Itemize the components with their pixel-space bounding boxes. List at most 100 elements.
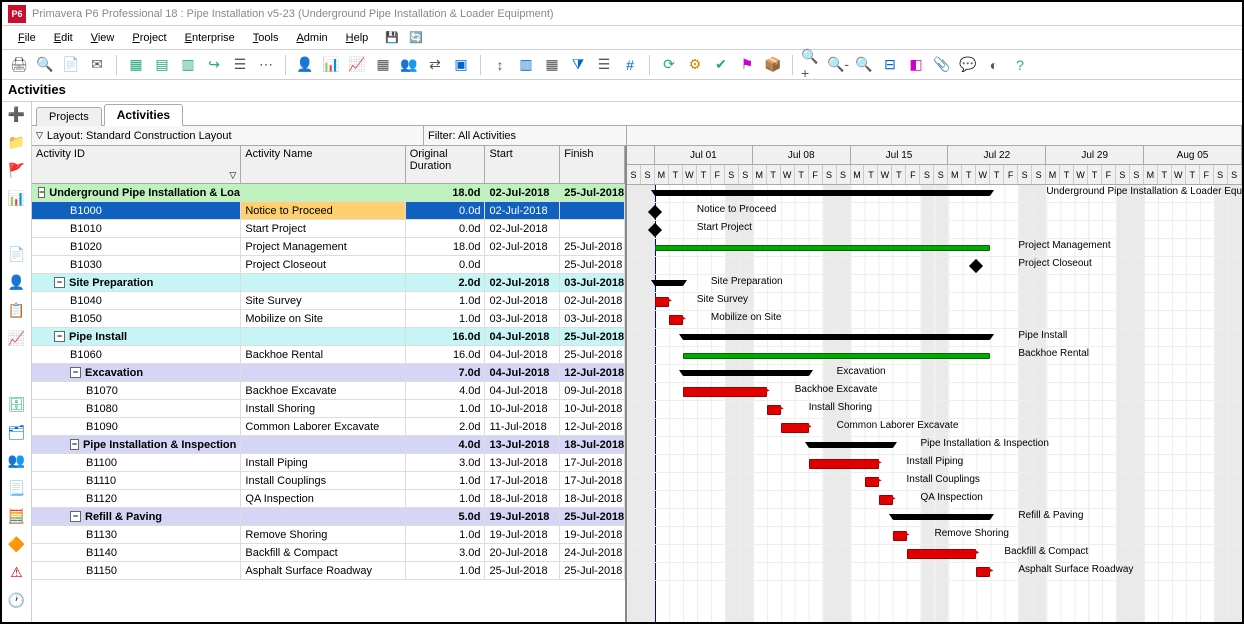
col-duration[interactable]: Original Duration (406, 146, 486, 184)
gantt-row[interactable]: Backhoe Excavate▸ (627, 383, 1242, 401)
gantt-row[interactable]: Install Piping▸ (627, 455, 1242, 473)
table-row[interactable]: B1150Asphalt Surface Roadway1.0d25-Jul-2… (32, 562, 625, 580)
zoom-out-icon[interactable]: 🔍- (827, 54, 849, 76)
print-preview-icon[interactable]: 🔍 (34, 54, 56, 76)
histogram-icon[interactable]: 📈 (346, 54, 368, 76)
collapse-icon[interactable]: − (70, 367, 81, 378)
zoom-in-icon[interactable]: 🔍+ (801, 54, 823, 76)
flag-icon[interactable]: 🚩 (7, 160, 27, 180)
group-icon[interactable]: ☰ (593, 54, 615, 76)
menu-view[interactable]: View (83, 29, 123, 47)
table-row[interactable]: −Excavation7.0d04-Jul-201812-Jul-2018 (32, 364, 625, 382)
table-row[interactable]: B1130Remove Shoring1.0d19-Jul-201819-Jul… (32, 526, 625, 544)
stack-icon[interactable]: 🗂 (7, 422, 27, 442)
level-icon[interactable]: ⚙ (684, 54, 706, 76)
gantt-row[interactable]: Underground Pipe Installation & Loader E… (627, 185, 1242, 203)
calc-icon[interactable]: 🧮 (7, 506, 27, 526)
menu-tools[interactable]: Tools (245, 29, 287, 47)
table-row[interactable]: B1120QA Inspection1.0d18-Jul-201818-Jul-… (32, 490, 625, 508)
tab-activities[interactable]: Activities (104, 104, 183, 126)
table-row[interactable]: −Pipe Install16.0d04-Jul-201825-Jul-2018 (32, 328, 625, 346)
table-row[interactable]: B1050Mobilize on Site1.0d03-Jul-201803-J… (32, 310, 625, 328)
columns2-icon[interactable]: ▦ (541, 54, 563, 76)
notebook-icon[interactable]: 💬 (957, 54, 979, 76)
warn-icon[interactable]: ⚠ (7, 562, 27, 582)
collapse-icon[interactable]: − (54, 331, 65, 342)
columns-icon[interactable]: ▥ (515, 54, 537, 76)
collapse-icon[interactable]: − (70, 511, 81, 522)
gantt-icon[interactable]: ▥ (177, 54, 199, 76)
menu-help[interactable]: Help (338, 29, 377, 47)
layout-label[interactable]: Layout: Standard Construction Layout (47, 130, 232, 142)
expand-icon[interactable]: ↕ (489, 54, 511, 76)
milestone-marker[interactable] (648, 205, 662, 219)
chevron-down-icon[interactable]: ▽ (36, 130, 43, 141)
gantt-row[interactable]: Pipe Installation & Inspection (627, 437, 1242, 455)
profile-icon[interactable]: 👥 (398, 54, 420, 76)
collapse-icon[interactable]: − (38, 187, 45, 198)
table-row[interactable]: B1070Backhoe Excavate4.0d04-Jul-201809-J… (32, 382, 625, 400)
table-row[interactable]: −Pipe Installation & Inspection4.0d13-Ju… (32, 436, 625, 454)
task-bar[interactable] (683, 387, 767, 397)
menu-project[interactable]: Project (124, 29, 174, 47)
task-bar[interactable] (655, 245, 990, 251)
gantt-row[interactable]: Project Management (627, 239, 1242, 257)
gantt-row[interactable]: Project Closeout (627, 257, 1242, 275)
milestone-marker[interactable] (969, 259, 983, 273)
db-icon[interactable]: 🗄 (7, 394, 27, 414)
page-icon[interactable]: 📃 (7, 478, 27, 498)
page-setup-icon[interactable]: 📄 (60, 54, 82, 76)
attachments-icon[interactable]: 📎 (931, 54, 953, 76)
task-bar[interactable] (781, 423, 809, 433)
gantt-row[interactable]: Notice to Proceed (627, 203, 1242, 221)
doc-icon[interactable]: 📄 (7, 244, 27, 264)
collapse-icon[interactable]: − (54, 277, 65, 288)
table-row[interactable]: B1110Install Couplings1.0d17-Jul-201817-… (32, 472, 625, 490)
zoom-fit-icon[interactable]: 🔍 (853, 54, 875, 76)
table-row[interactable]: B1080Install Shoring1.0d10-Jul-201810-Ju… (32, 400, 625, 418)
store-icon[interactable]: 📦 (762, 54, 784, 76)
trace-icon[interactable]: ⇄ (424, 54, 446, 76)
print-icon[interactable]: 🖨 (8, 54, 30, 76)
list-icon[interactable]: 📋 (7, 300, 27, 320)
chart-icon[interactable]: 📊 (320, 54, 342, 76)
table-row[interactable]: B1010Start Project0.0d02-Jul-2018 (32, 220, 625, 238)
number-icon[interactable]: # (619, 54, 641, 76)
col-start[interactable]: Start (485, 146, 560, 184)
bars-icon[interactable]: ☰ (229, 54, 251, 76)
spreadsheet-icon[interactable]: ▦ (372, 54, 394, 76)
table-row[interactable]: B1030Project Closeout0.0d25-Jul-2018 (32, 256, 625, 274)
filter-icon[interactable]: ⧩ (567, 54, 589, 76)
col-activity-name[interactable]: Activity Name (241, 146, 405, 184)
timescale-icon[interactable]: ⊟ (879, 54, 901, 76)
send-icon[interactable]: ✉ (86, 54, 108, 76)
table-row[interactable]: B1090Common Laborer Excavate2.0d11-Jul-2… (32, 418, 625, 436)
gantt-row[interactable]: Pipe Install (627, 329, 1242, 347)
layout-icon[interactable]: ▦ (125, 54, 147, 76)
apply-icon[interactable]: ✔ (710, 54, 732, 76)
gantt-row[interactable]: Backhoe Rental (627, 347, 1242, 365)
people-icon[interactable]: 👥 (7, 450, 27, 470)
schedule-icon[interactable]: ⟳ (658, 54, 680, 76)
summary-bar[interactable] (683, 370, 809, 376)
gantt-row[interactable]: QA Inspection▸ (627, 491, 1242, 509)
task-bar[interactable] (907, 549, 977, 559)
user-icon[interactable]: 👤 (7, 272, 27, 292)
gantt-row[interactable]: Start Project (627, 221, 1242, 239)
clock-icon[interactable]: 🕐 (7, 590, 27, 610)
gantt-row[interactable]: Excavation (627, 365, 1242, 383)
curtain-icon[interactable]: ◐ (983, 54, 1005, 76)
summary-bar[interactable] (809, 442, 893, 448)
gantt-row[interactable]: Common Laborer Excavate▸ (627, 419, 1242, 437)
progress-icon[interactable]: ◧ (905, 54, 927, 76)
gantt-row[interactable]: Backfill & Compact▸ (627, 545, 1242, 563)
table-row[interactable]: B1100Install Piping3.0d13-Jul-201817-Jul… (32, 454, 625, 472)
refresh-icon[interactable]: 🔄 (408, 30, 424, 46)
gantt-row[interactable]: Install Shoring▸ (627, 401, 1242, 419)
table-row[interactable]: B1020Project Management18.0d02-Jul-20182… (32, 238, 625, 256)
table-row[interactable]: −Underground Pipe Installation & Loader … (32, 184, 625, 202)
chart2-icon[interactable]: 📊 (7, 188, 27, 208)
summary-bar[interactable] (893, 514, 991, 520)
filter-label[interactable]: Filter: All Activities (428, 130, 516, 142)
task-bar[interactable] (809, 459, 879, 469)
